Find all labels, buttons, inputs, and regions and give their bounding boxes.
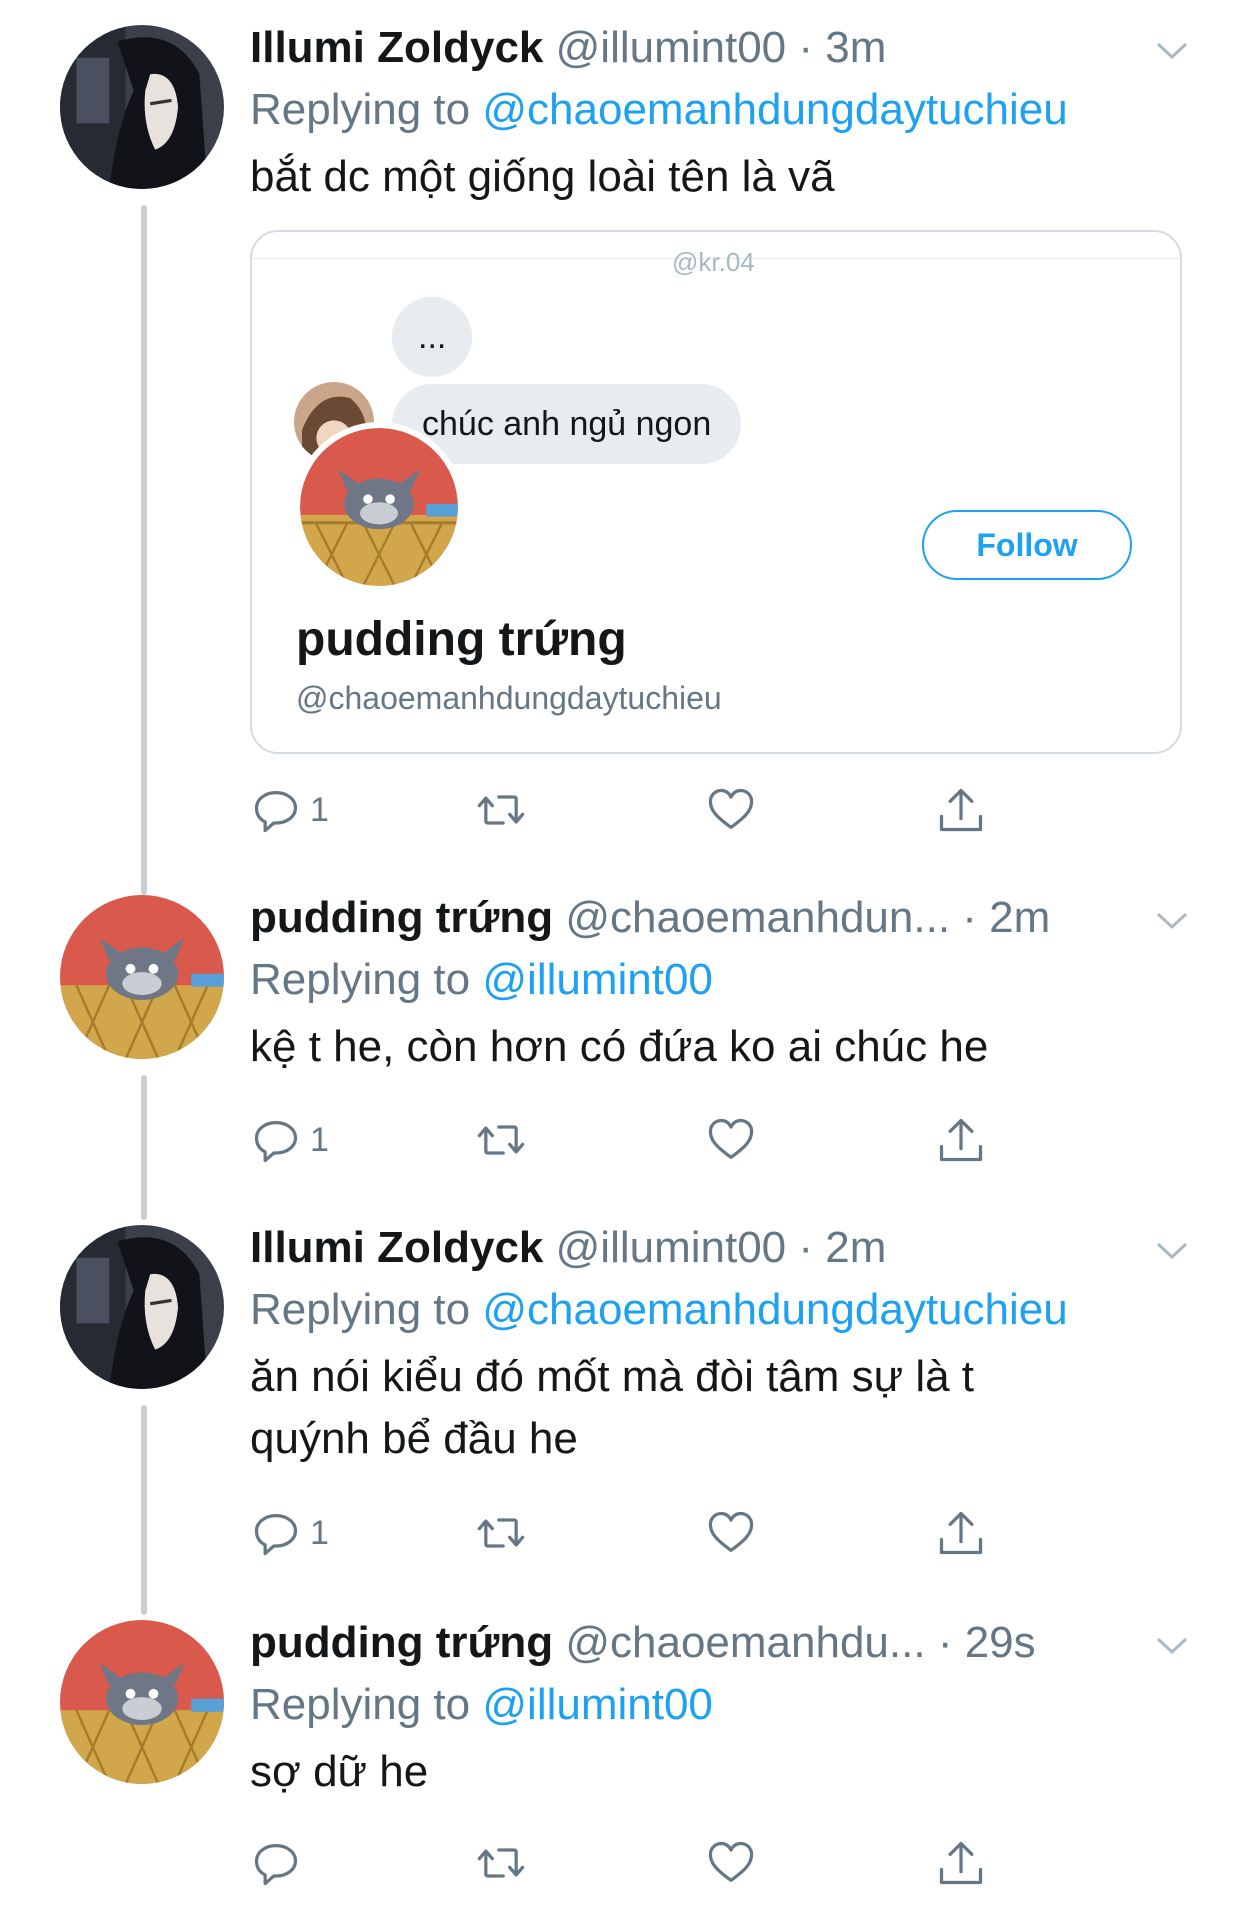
- replying-label: Replying to: [250, 1285, 471, 1334]
- share-button[interactable]: [935, 782, 987, 838]
- follow-button[interactable]: Follow: [922, 510, 1132, 580]
- timestamp: · 2m: [962, 893, 1051, 942]
- reply-count: 1: [310, 1513, 329, 1552]
- author-handle[interactable]: @illumint00: [556, 23, 787, 72]
- embed-top-text: @kr.04: [672, 247, 755, 277]
- replying-to: Replying to @chaoemanhdungdaytuchieu: [250, 1284, 1182, 1336]
- profile-avatar: [294, 422, 464, 592]
- author-handle[interactable]: @illumint00: [556, 1223, 787, 1272]
- replying-to: Replying to @illumint00: [250, 954, 1182, 1006]
- like-button[interactable]: [705, 1835, 757, 1891]
- reply-icon: [254, 1121, 298, 1163]
- illumi-avatar-icon: [60, 1225, 224, 1389]
- retweet-button[interactable]: [475, 782, 527, 838]
- mention-link[interactable]: @illumint00: [482, 955, 713, 1004]
- like-button[interactable]: [705, 1505, 757, 1561]
- embed-divider: @kr.04: [252, 247, 1180, 277]
- timestamp: · 2m: [798, 1223, 887, 1272]
- thread-line: [141, 205, 147, 895]
- mention-link[interactable]: @chaoemanhdungdaytuchieu: [482, 1285, 1067, 1334]
- author-handle[interactable]: @chaoemanhdun...: [565, 893, 950, 942]
- tweet-text: bắt dc một giống loài tên là vã: [250, 152, 835, 201]
- avatar[interactable]: [60, 895, 224, 1059]
- reply-count: 1: [310, 1120, 329, 1159]
- heart-icon: [708, 788, 754, 829]
- author-name[interactable]: pudding trứng: [250, 1618, 553, 1667]
- avatar[interactable]: [60, 25, 224, 189]
- share-icon: [939, 1841, 983, 1885]
- chevron-down-icon[interactable]: [1152, 1625, 1192, 1665]
- tweet-text: kệ t he, còn hơn có đứa ko ai chúc he: [250, 1022, 989, 1071]
- author-name[interactable]: pudding trứng: [250, 893, 553, 942]
- tweet-text: sợ dữ he: [250, 1747, 429, 1796]
- tweet-text: ăn nói kiểu đó mốt mà đòi tâm sự là t qu…: [250, 1352, 975, 1463]
- bubble-text: ...: [418, 317, 447, 356]
- avatar[interactable]: [60, 1620, 224, 1784]
- avatar[interactable]: [60, 1225, 224, 1389]
- mention-link[interactable]: @chaoemanhdungdaytuchieu: [482, 85, 1067, 134]
- profile-handle: @chaoemanhdungdaytuchieu: [296, 680, 722, 716]
- replying-label: Replying to: [250, 1680, 471, 1729]
- reply-count: 1: [310, 790, 329, 829]
- embedded-image-card[interactable]: @kr.04 ... chúc anh ngủ ngon Follow pudd…: [250, 230, 1182, 754]
- reply-button[interactable]: 1: [250, 782, 329, 838]
- author-name[interactable]: Illumi Zoldyck: [250, 1223, 543, 1272]
- retweet-icon: [477, 795, 525, 825]
- bubble-text: chúc anh ngủ ngon: [422, 404, 712, 443]
- retweet-button[interactable]: [475, 1835, 527, 1891]
- tom-cat-avatar-icon: [60, 895, 224, 1059]
- timestamp: · 3m: [798, 23, 887, 72]
- retweet-icon: [477, 1848, 525, 1878]
- reply-icon: [254, 1844, 298, 1886]
- heart-icon: [708, 1841, 754, 1882]
- share-icon: [939, 788, 983, 832]
- message-bubble: ...: [392, 297, 473, 377]
- share-icon: [939, 1118, 983, 1162]
- mention-link[interactable]: @illumint00: [482, 1680, 713, 1729]
- like-button[interactable]: [705, 1112, 757, 1168]
- heart-icon: [708, 1118, 754, 1159]
- heart-icon: [708, 1511, 754, 1552]
- share-button[interactable]: [935, 1835, 987, 1891]
- replying-to: Replying to @illumint00: [250, 1679, 1182, 1731]
- chevron-down-icon[interactable]: [1152, 900, 1192, 940]
- share-button[interactable]: [935, 1112, 987, 1168]
- share-button[interactable]: [935, 1505, 987, 1561]
- chevron-down-icon[interactable]: [1152, 30, 1192, 70]
- replying-label: Replying to: [250, 955, 471, 1004]
- replying-to: Replying to @chaoemanhdungdaytuchieu: [250, 84, 1182, 136]
- author-handle[interactable]: @chaoemanhdu...: [565, 1618, 925, 1667]
- tom-cat-avatar-icon: [60, 1620, 224, 1784]
- share-icon: [939, 1511, 983, 1555]
- reply-button[interactable]: 1: [250, 1505, 329, 1561]
- tom-cat-avatar-icon: [300, 428, 458, 586]
- reply-button[interactable]: 1: [250, 1112, 329, 1168]
- reply-button[interactable]: [250, 1835, 310, 1891]
- retweet-button[interactable]: [475, 1112, 527, 1168]
- profile-name: pudding trứng: [296, 613, 627, 666]
- reply-icon: [254, 791, 298, 833]
- timestamp: · 29s: [937, 1618, 1036, 1667]
- retweet-icon: [477, 1125, 525, 1155]
- replying-label: Replying to: [250, 85, 471, 134]
- retweet-icon: [477, 1518, 525, 1548]
- like-button[interactable]: [705, 782, 757, 838]
- chevron-down-icon[interactable]: [1152, 1230, 1192, 1270]
- thread-line: [141, 1075, 147, 1220]
- retweet-button[interactable]: [475, 1505, 527, 1561]
- author-name[interactable]: Illumi Zoldyck: [250, 23, 543, 72]
- illumi-avatar-icon: [60, 25, 224, 189]
- thread-line: [141, 1405, 147, 1615]
- reply-icon: [254, 1514, 298, 1556]
